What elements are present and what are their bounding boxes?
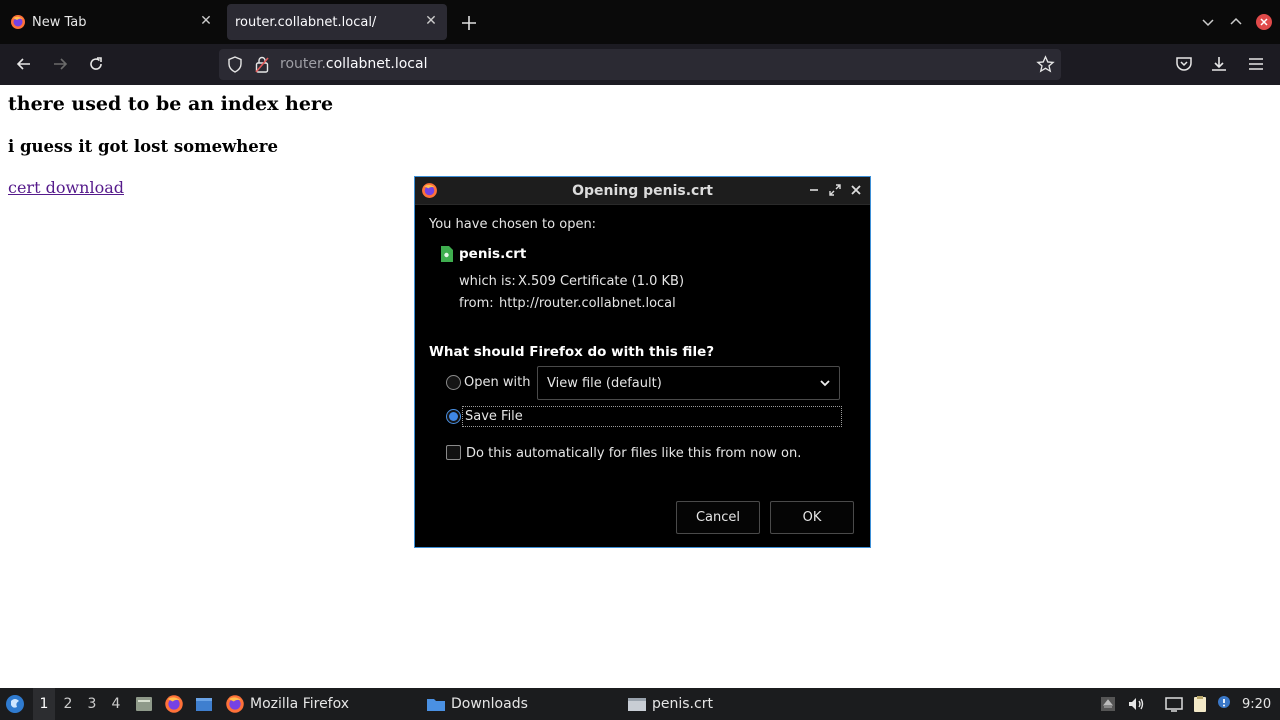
minimize-icon[interactable]	[807, 183, 821, 197]
file-manager-icon	[136, 697, 152, 711]
chevron-down-icon	[820, 380, 830, 387]
certificate-file-icon	[441, 246, 453, 262]
auto-action-label[interactable]: Do this automatically for files like thi…	[466, 446, 801, 461]
taskbar: 1 2 3 4 Mozilla Firefox Downloads penis.…	[0, 688, 1280, 720]
close-icon[interactable]	[1254, 12, 1274, 32]
clipboard-tray[interactable]	[1190, 688, 1210, 720]
volume-control[interactable]	[1126, 688, 1146, 720]
task-downloads[interactable]: Downloads	[426, 688, 528, 720]
chevron-down-icon[interactable]	[1198, 12, 1218, 32]
workspace-1[interactable]: 1	[33, 688, 55, 720]
tab-router[interactable]: router.collabnet.local/ ✕	[227, 4, 447, 40]
workspace-4[interactable]: 4	[105, 688, 127, 720]
ok-button[interactable]: OK	[770, 501, 854, 534]
maximize-icon[interactable]	[828, 183, 842, 197]
clock[interactable]: 9:20	[1242, 688, 1271, 720]
tab-strip: New Tab ✕ router.collabnet.local/ ✕	[0, 0, 1280, 44]
workspace-2[interactable]: 2	[57, 688, 79, 720]
dialog-question: What should Firefox do with this file?	[429, 344, 715, 360]
workspace-3[interactable]: 3	[81, 688, 103, 720]
application-select-value: View file (default)	[547, 376, 662, 391]
close-tab-icon[interactable]: ✕	[423, 13, 439, 29]
star-icon[interactable]	[1036, 55, 1055, 74]
notification-tray[interactable]	[1214, 688, 1234, 720]
open-with-label[interactable]: Open with	[464, 375, 530, 390]
shield-icon[interactable]	[227, 56, 243, 73]
file-name: penis.crt	[459, 246, 527, 262]
firefox-icon	[165, 695, 183, 713]
page-heading: there used to be an index here	[8, 93, 334, 115]
task-label: Mozilla Firefox	[250, 696, 350, 712]
clipboard-icon	[1194, 696, 1206, 712]
close-icon[interactable]	[849, 183, 863, 197]
file-type-label: which is:	[459, 274, 516, 289]
url-bar[interactable]: router.collabnet.local	[219, 49, 1061, 80]
download-icon[interactable]	[1209, 54, 1229, 74]
close-tab-icon[interactable]: ✕	[198, 13, 214, 29]
tab-new-tab[interactable]: New Tab ✕	[0, 4, 222, 40]
folder-icon	[427, 699, 445, 711]
eject-icon	[1101, 697, 1115, 711]
start-menu-button[interactable]	[5, 688, 25, 720]
monitor-icon	[1165, 697, 1183, 712]
menu-icon[interactable]	[1246, 54, 1266, 74]
terminal-launcher[interactable]	[194, 688, 214, 720]
auto-action-checkbox[interactable]	[446, 445, 461, 460]
nav-bar: router.collabnet.local	[0, 44, 1280, 85]
chevron-up-icon[interactable]	[1226, 12, 1246, 32]
plus-icon[interactable]	[458, 12, 480, 34]
reload-icon[interactable]	[86, 54, 106, 74]
task-firefox[interactable]: Mozilla Firefox	[225, 688, 349, 720]
task-label: Downloads	[451, 696, 528, 712]
application-select[interactable]: View file (default)	[537, 366, 840, 400]
app-menu-icon	[6, 695, 24, 713]
file-source-value: http://router.collabnet.local	[499, 296, 676, 311]
task-label: penis.crt	[652, 696, 713, 712]
save-file-radio[interactable]	[446, 409, 461, 424]
file-source-label: from:	[459, 296, 494, 311]
tab-title: router.collabnet.local/	[235, 14, 377, 30]
file-manager-launcher[interactable]	[134, 688, 154, 720]
forward-icon[interactable]	[50, 54, 70, 74]
back-icon[interactable]	[14, 54, 34, 74]
dialog-titlebar[interactable]: Opening penis.crt	[415, 177, 870, 205]
lock-icon[interactable]	[255, 56, 269, 73]
notification-icon	[1218, 696, 1230, 708]
save-file-label: Save File	[465, 409, 523, 424]
firefox-icon	[11, 15, 25, 29]
cancel-button[interactable]: Cancel	[676, 501, 760, 534]
page-subheading: i guess it got lost somewhere	[8, 137, 278, 156]
pocket-icon[interactable]	[1174, 54, 1194, 74]
file-icon	[628, 698, 646, 711]
file-type-value: X.509 Certificate (1.0 KB)	[518, 274, 685, 289]
url-text[interactable]: router.collabnet.local	[280, 56, 427, 72]
dialog-intro: You have chosen to open:	[429, 217, 597, 232]
save-file-option[interactable]: Save File	[462, 406, 842, 427]
dialog-title: Opening penis.crt	[572, 183, 713, 199]
display-tray[interactable]	[1164, 688, 1184, 720]
speaker-icon	[1129, 698, 1144, 710]
firefox-icon	[226, 695, 244, 713]
task-penis-crt[interactable]: penis.crt	[627, 688, 713, 720]
firefox-launcher[interactable]	[164, 688, 184, 720]
cert-download-link[interactable]: cert download	[8, 178, 124, 197]
download-dialog: Opening penis.crt You have chosen to ope…	[414, 176, 871, 548]
tray-icon[interactable]	[1098, 688, 1118, 720]
open-with-radio[interactable]	[446, 375, 461, 390]
window-icon	[196, 698, 212, 711]
tab-title: New Tab	[32, 14, 87, 30]
